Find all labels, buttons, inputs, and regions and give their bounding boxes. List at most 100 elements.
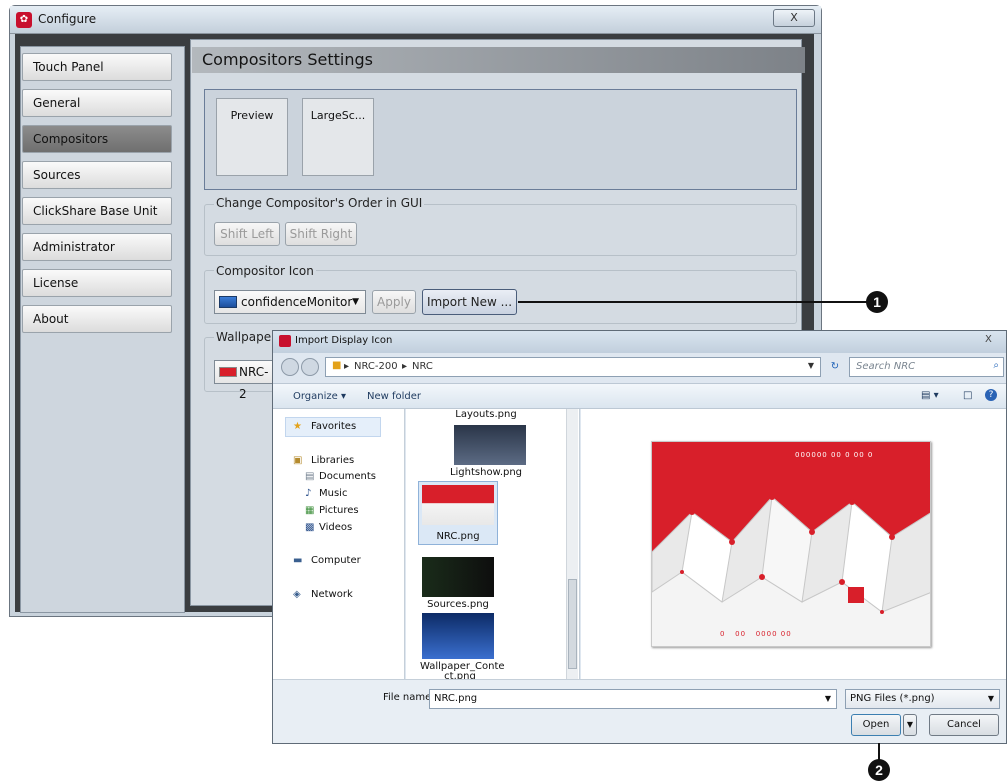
callout-1: 1	[866, 291, 888, 313]
nav-compositors[interactable]: Compositors	[22, 125, 172, 153]
nav-pictures[interactable]: Pictures	[319, 505, 359, 516]
file-layouts[interactable]: Layouts.png	[420, 409, 552, 420]
preview-image: 000000 00 0 00 0 0 00 0000 00 BARCO	[651, 441, 931, 647]
chevron-down-icon[interactable]: ▼	[808, 361, 814, 370]
star-icon: ★	[293, 421, 302, 432]
app-logo-icon: ✿	[16, 12, 32, 28]
view-options-icon[interactable]: ▤ ▾	[921, 390, 939, 401]
file-sources[interactable]: Sources.png	[420, 599, 496, 610]
forward-button[interactable]	[301, 358, 319, 376]
dialog-title-bar: Import Display Icon X	[273, 331, 1006, 353]
apply-button[interactable]: Apply	[372, 290, 416, 314]
nav-favorites[interactable]: Favorites	[311, 421, 356, 432]
breadcrumb-sep-icon: ▸	[402, 361, 408, 372]
music-icon: ♪	[305, 488, 312, 499]
callout-line-1	[518, 301, 868, 303]
preview-pane-icon[interactable]: □	[963, 390, 972, 401]
preview-artwork	[652, 442, 930, 614]
file-bar: File name: NRC.png ▼ PNG Files (*.png) ▼…	[273, 679, 1006, 743]
wallpaper-value: NRC-2	[239, 365, 269, 401]
preview-digits-top: 000000 00 0 00 0	[795, 451, 874, 459]
preview-digits-bottom: 0 00 0000 00	[720, 630, 792, 638]
file-name-value: NRC.png	[434, 693, 478, 704]
file-lightshow[interactable]: Lightshow.png	[420, 467, 552, 478]
open-button[interactable]: Open	[851, 714, 901, 736]
configure-close-button[interactable]: X	[773, 9, 815, 27]
organize-button[interactable]: Organize ▾	[293, 391, 346, 402]
dialog-close-button[interactable]: X	[985, 334, 992, 345]
videos-icon: ▩	[305, 522, 315, 533]
breadcrumb-nrc[interactable]: NRC	[412, 361, 433, 372]
chevron-down-icon: ▼	[987, 694, 994, 703]
shift-right-button[interactable]: Shift Right	[285, 222, 357, 246]
file-list-scrollbar[interactable]	[566, 409, 578, 679]
lightshow-thumbnail[interactable]	[454, 425, 526, 465]
import-new-button[interactable]: Import New ...	[422, 289, 517, 315]
help-icon[interactable]: ?	[985, 389, 997, 401]
nav-network[interactable]: Network	[311, 589, 353, 600]
dialog-title: Import Display Icon	[295, 335, 393, 346]
nav-touch-panel[interactable]: Touch Panel	[22, 53, 172, 81]
order-section-label: Change Compositor's Order in GUI	[214, 196, 425, 210]
file-name-input[interactable]: NRC.png ▼	[429, 689, 837, 709]
folder-icon: ■	[332, 360, 342, 371]
cancel-button[interactable]: Cancel	[929, 714, 999, 736]
wallpaper-select[interactable]: NRC-2	[214, 360, 274, 401]
file-type-value: PNG Files (*.png)	[850, 693, 935, 704]
compositor-tile-largescreen[interactable]: LargeSc...	[302, 98, 374, 176]
file-name-label: File name:	[383, 692, 435, 703]
back-button[interactable]	[281, 358, 299, 376]
nav-documents[interactable]: Documents	[319, 471, 376, 482]
compositor-icon-select[interactable]: confidenceMonitor ▼	[214, 290, 366, 314]
address-bar[interactable]: ■ ▸ NRC-200 ▸ NRC ▼	[325, 357, 821, 377]
nrc-thumbnail[interactable]	[422, 485, 494, 525]
file-type-select[interactable]: PNG Files (*.png) ▼	[845, 689, 1000, 709]
sources-thumbnail[interactable]	[422, 557, 494, 597]
page-title: Compositors Settings	[202, 50, 373, 69]
wallpaper-thumbnail[interactable]	[422, 613, 494, 659]
nav-clickshare-base-unit[interactable]: ClickShare Base Unit	[22, 197, 172, 225]
wallpaper-section-label: Wallpaper	[214, 330, 279, 344]
file-nrc[interactable]: NRC.png	[420, 531, 496, 542]
chevron-down-icon[interactable]: ▼	[825, 690, 831, 708]
breadcrumb-nrc-200[interactable]: NRC-200	[354, 361, 398, 372]
nav-sources[interactable]: Sources	[22, 161, 172, 189]
navigation-pane: ★ Favorites ▣ Libraries ▤ Documents ♪ Mu…	[273, 409, 405, 679]
scroll-thumb[interactable]	[568, 579, 577, 669]
wallpaper-thumb-icon	[219, 367, 237, 377]
icon-section-label: Compositor Icon	[214, 264, 316, 278]
open-options-button[interactable]: ▼	[903, 714, 917, 736]
nav-administrator[interactable]: Administrator	[22, 233, 172, 261]
search-placeholder: Search NRC	[856, 361, 916, 372]
nav-videos[interactable]: Videos	[319, 522, 352, 533]
preview-pane: 000000 00 0 00 0 0 00 0000 00 BARCO	[581, 409, 1006, 679]
compositor-list	[204, 89, 797, 190]
pictures-icon: ▦	[305, 505, 315, 516]
network-icon: ◈	[293, 589, 301, 600]
callout-2: 2	[868, 759, 890, 781]
nav-license[interactable]: License	[22, 269, 172, 297]
shift-left-button[interactable]: Shift Left	[214, 222, 280, 246]
chevron-down-icon: ▼	[352, 297, 359, 307]
libraries-icon: ▣	[293, 455, 303, 466]
configure-title-bar: ✿ Configure X	[10, 6, 821, 34]
refresh-icon[interactable]: ↻	[825, 358, 845, 376]
breadcrumb-sep-icon: ▸	[344, 361, 350, 372]
documents-icon: ▤	[305, 471, 315, 482]
app-logo-icon	[279, 335, 291, 347]
nav-general[interactable]: General	[22, 89, 172, 117]
nav-music[interactable]: Music	[319, 488, 347, 499]
nav-about[interactable]: About	[22, 305, 172, 333]
new-folder-button[interactable]: New folder	[367, 391, 421, 402]
organize-label: Organize	[293, 391, 338, 402]
computer-icon: ▬	[293, 555, 303, 566]
nav-libraries[interactable]: Libraries	[311, 455, 354, 466]
command-bar: Organize ▾ New folder ▤ ▾ □ ?	[273, 383, 1006, 409]
compositor-tile-preview[interactable]: Preview	[216, 98, 288, 176]
compositor-icon-value: confidenceMonitor	[241, 295, 353, 309]
search-icon[interactable]: ⌕	[993, 360, 999, 371]
search-input[interactable]: Search NRC ⌕	[849, 357, 1004, 377]
settings-header: Compositors Settings	[192, 47, 805, 73]
open-label: Open	[862, 719, 890, 730]
nav-computer[interactable]: Computer	[311, 555, 361, 566]
